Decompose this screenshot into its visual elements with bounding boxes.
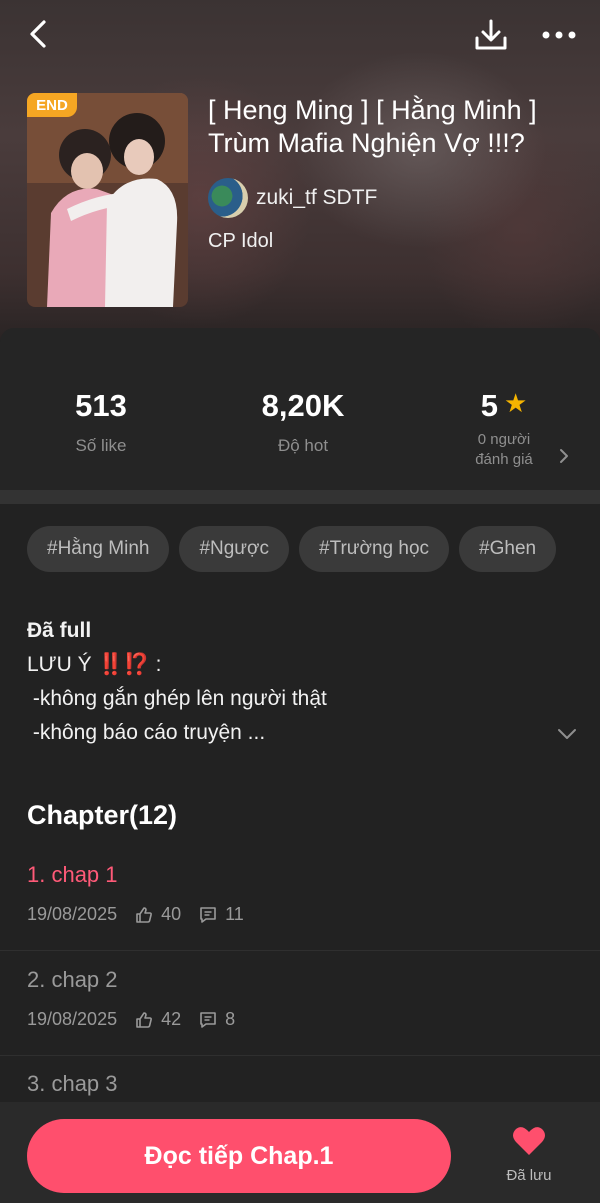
comment-icon: [199, 1011, 217, 1029]
chapter-item[interactable]: 1. chap 1 19/08/2025 40 11: [0, 846, 600, 951]
note-line-1: -không gắn ghép lên người thật: [27, 687, 327, 710]
warning-marks: ‼️⁉️: [97, 653, 150, 676]
bottom-action-bar: Đọc tiếp Chap.1 Đã lưu: [0, 1102, 600, 1203]
continue-reading-button[interactable]: Đọc tiếp Chap.1: [27, 1119, 451, 1193]
note-line-2: -không báo cáo truyện ...: [27, 721, 266, 744]
story-category[interactable]: CP Idol: [208, 230, 273, 253]
download-icon: [475, 19, 507, 50]
tag-chip[interactable]: #Ghen: [459, 526, 557, 572]
author-row[interactable]: zuki_tf SDTF: [208, 178, 377, 218]
star-icon: ★: [503, 388, 528, 418]
chapter-date: 19/08/2025: [27, 904, 118, 924]
thumbs-up-icon: [135, 1011, 153, 1029]
chapter-date: 19/08/2025: [27, 1009, 118, 1029]
story-header-backdrop: END [ Heng Ming ] [ Hằng Minh ] Trùm Maf…: [0, 0, 600, 340]
tag-list: #Hằng Minh #Ngược #Trường học #Ghen: [27, 526, 566, 572]
chevron-left-icon: [30, 20, 46, 48]
more-horizontal-icon: [542, 31, 576, 39]
chapter-list-heading: Chapter(12): [27, 800, 178, 830]
hot-label: Độ hot: [277, 436, 329, 455]
save-button[interactable]: Đã lưu: [496, 1126, 562, 1196]
thumbs-up-icon: [135, 906, 153, 924]
chapter-meta: 19/08/2025 40 11: [27, 904, 244, 925]
download-button[interactable]: [470, 14, 512, 56]
chapter-comment-count: 8: [225, 1009, 236, 1029]
more-options-button[interactable]: [536, 14, 582, 56]
back-button[interactable]: [18, 14, 58, 54]
tag-chip[interactable]: #Ngược: [179, 526, 289, 572]
chapter-title: 3. chap 3: [27, 1071, 118, 1096]
tag-chip[interactable]: #Trường học: [299, 526, 450, 572]
end-badge: END: [27, 93, 77, 117]
cover-illustration: [27, 93, 188, 307]
save-label: Đã lưu: [506, 1167, 552, 1184]
top-bar: [0, 0, 600, 70]
hot-value: 8,20K: [261, 388, 345, 423]
chapter-like-count: 42: [161, 1009, 182, 1029]
chapter-title: 1. chap 1: [27, 862, 118, 887]
likes-stat: 513 Số like: [1, 388, 201, 456]
stats-panel: 513 Số like 8,20K Độ hot 5 ★ 0 người đánh…: [0, 328, 600, 490]
chapter-item[interactable]: 2. chap 2 19/08/2025 42 8: [0, 951, 600, 1056]
story-description[interactable]: Đã full LƯU Ý ‼️⁉️ : -không gắn ghép lên…: [27, 614, 547, 750]
chapter-title: 2. chap 2: [27, 967, 118, 992]
note-label: LƯU Ý: [27, 653, 92, 676]
completion-status: Đã full: [27, 619, 92, 642]
section-divider: [0, 490, 600, 504]
story-title: [ Heng Ming ] [ Hằng Minh ] Trùm Mafia N…: [208, 95, 537, 158]
tag-chip[interactable]: #Hằng Minh: [27, 526, 170, 572]
chevron-down-icon[interactable]: [556, 724, 578, 744]
rating-value: 5: [480, 388, 498, 423]
avatar[interactable]: [208, 178, 248, 218]
hot-stat: 8,20K Độ hot: [203, 388, 403, 456]
chevron-right-icon[interactable]: [556, 446, 572, 466]
comment-icon: [199, 906, 217, 924]
likes-value: 513: [75, 388, 127, 423]
note-line: LƯU Ý ‼️⁉️ :: [27, 648, 547, 682]
chapter-comment-count: 11: [225, 904, 244, 924]
likes-label: Số like: [75, 436, 127, 455]
heart-icon: [513, 1127, 545, 1155]
author-name[interactable]: zuki_tf SDTF: [256, 186, 377, 210]
story-cover-image: END: [27, 93, 188, 307]
note-colon: :: [155, 653, 162, 676]
chapter-meta: 19/08/2025 42 8: [27, 1009, 235, 1030]
chapter-like-count: 40: [161, 904, 182, 924]
